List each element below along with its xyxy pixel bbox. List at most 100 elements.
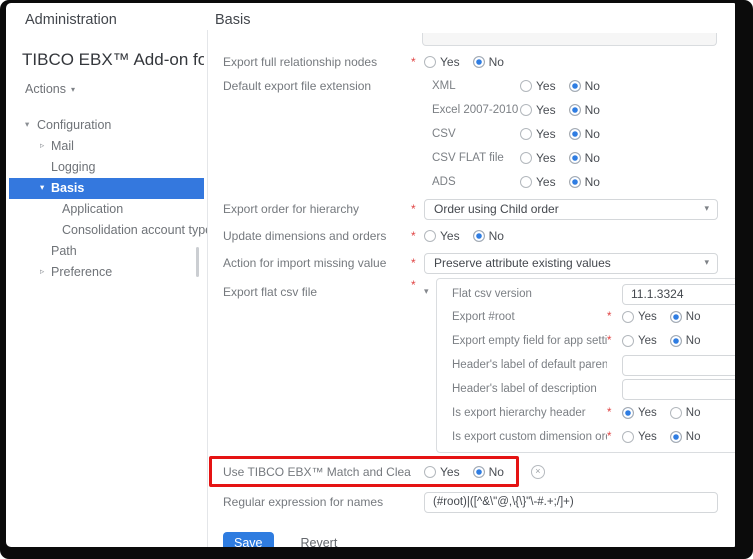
caret-right-icon[interactable]: ▹ (40, 136, 51, 157)
required-asterisk: * (607, 407, 622, 419)
radio-group: Yes No (520, 79, 613, 93)
radio-option-yes[interactable]: Yes (424, 55, 460, 69)
radio-selected-icon (569, 80, 581, 92)
radio-selected-icon (622, 407, 634, 419)
extension-label: Excel 2007-2010 (432, 104, 520, 116)
nested-row-header-s-label-of-default-parent: Header's label of default parent (437, 353, 735, 377)
radio-option-yes[interactable]: Yes (622, 335, 657, 347)
select-dropdown[interactable]: Order using Child order▾ (424, 199, 718, 220)
field-label: Is export hierarchy header (452, 407, 607, 419)
save-button[interactable]: Save (223, 532, 274, 547)
chevron-down-icon: ▾ (704, 204, 709, 214)
radio-group: Yes No (520, 151, 613, 165)
radio-option-yes[interactable]: Yes (520, 79, 556, 93)
field-label: Export order for hierarchy (223, 202, 411, 216)
radio-option-no[interactable]: No (670, 407, 701, 419)
radio-option-no[interactable]: No (670, 431, 701, 443)
sidebar-item-mail[interactable]: ▹Mail (9, 136, 204, 157)
radio-option-yes[interactable]: Yes (424, 229, 460, 243)
breadcrumb-section-title: Administration (25, 12, 117, 28)
collapse-toggle-icon[interactable]: ▾ (424, 280, 436, 304)
sidebar-item-logging[interactable]: Logging (9, 157, 204, 178)
sidebar-item-label: Application (62, 199, 123, 220)
radio-option-yes[interactable]: Yes (520, 151, 556, 165)
sidebar-item-label: Consolidation account type (62, 220, 207, 241)
sidebar-scrollbar-thumb[interactable] (196, 247, 199, 277)
radio-option-no[interactable]: No (473, 465, 504, 479)
radio-option-no[interactable]: No (569, 103, 600, 117)
radio-option-yes[interactable]: Yes (622, 431, 657, 443)
form-row-export-full-relationship-nodes: Export full relationship nodes*Yes No (208, 50, 735, 74)
radio-icon (520, 152, 532, 164)
radio-selected-icon (670, 431, 682, 443)
required-asterisk: * (411, 256, 424, 270)
radio-selected-icon (569, 128, 581, 140)
radio-option-no[interactable]: No (473, 229, 504, 243)
sidebar-item-path[interactable]: Path (9, 241, 204, 262)
extension-label: CSV (432, 128, 520, 140)
extension-row-csv: CSVYes No (424, 122, 613, 146)
required-asterisk: * (411, 55, 424, 69)
reset-value-icon[interactable]: × (531, 465, 545, 479)
text-field[interactable] (622, 284, 735, 305)
radio-icon (670, 407, 682, 419)
screenshot-frame: Administration Basis TIBCO EBX™ Add-on f… (0, 0, 753, 559)
text-field[interactable] (622, 379, 735, 400)
extension-row-csv-flat-file: CSV FLAT fileYesNo (424, 146, 613, 170)
radio-icon (622, 335, 634, 347)
nested-row-is-export-custom-dimension-order: Is export custom dimension order*YesNo (437, 425, 735, 449)
addon-title: TIBCO EBX™ Add-on for (22, 50, 204, 70)
field-label: Action for import missing value (223, 256, 411, 270)
field-label: Flat csv version (452, 288, 607, 300)
radio-option-no[interactable]: No (670, 311, 701, 323)
field-label: Export flat csv file (223, 280, 411, 304)
radio-icon (622, 311, 634, 323)
radio-group: Yes No (520, 175, 613, 189)
radio-option-yes[interactable]: Yes (622, 407, 657, 419)
field-label: Export full relationship nodes (223, 55, 411, 69)
field-label: Header's label of description (452, 383, 607, 395)
sidebar-item-basis[interactable]: ▾Basis (9, 178, 204, 199)
radio-option-yes[interactable]: Yes (622, 311, 657, 323)
radio-group: Yes No (622, 431, 713, 443)
sidebar-item-preference[interactable]: ▹Preference (9, 262, 204, 283)
caret-right-icon[interactable]: ▹ (40, 262, 51, 283)
radio-icon (424, 466, 436, 478)
required-asterisk: * (411, 202, 424, 216)
radio-option-no[interactable]: No (569, 79, 600, 93)
field-label: Use TIBCO EBX™ Match and Cleanse ... (223, 465, 411, 479)
radio-option-no[interactable]: No (569, 151, 600, 165)
radio-option-no[interactable]: No (473, 55, 504, 69)
caret-down-icon[interactable]: ▾ (40, 178, 51, 199)
radio-option-yes[interactable]: Yes (520, 103, 556, 117)
radio-option-yes[interactable]: Yes (424, 465, 460, 479)
radio-icon (520, 176, 532, 188)
radio-icon (622, 431, 634, 443)
text-field[interactable] (424, 492, 718, 513)
radio-option-no[interactable]: No (569, 175, 600, 189)
nested-row-export-empty-field-for-app-setting: Export empty field for app setting*YesNo (437, 329, 735, 353)
actions-menu-button[interactable]: Actions ▾ (25, 82, 95, 96)
radio-option-no[interactable]: No (569, 127, 600, 141)
sidebar-item-label: Mail (51, 136, 74, 157)
sidebar-item-consolidation-account-type[interactable]: Consolidation account type (9, 220, 204, 241)
field-label: Update dimensions and orders (223, 229, 411, 243)
sidebar-item-configuration[interactable]: ▾Configuration (9, 115, 204, 136)
sidebar-item-application[interactable]: Application (9, 199, 204, 220)
required-asterisk: * (607, 335, 622, 347)
radio-option-yes[interactable]: Yes (520, 175, 556, 189)
text-field[interactable] (622, 355, 735, 376)
radio-option-yes[interactable]: Yes (520, 127, 556, 141)
select-dropdown[interactable]: Preserve attribute existing values▾ (424, 253, 718, 274)
extension-label: XML (432, 80, 520, 92)
revert-button[interactable]: Revert (301, 536, 338, 547)
radio-option-no[interactable]: No (670, 335, 701, 347)
form-footer: Save Revert (223, 532, 735, 547)
required-asterisk: * (607, 431, 622, 443)
radio-selected-icon (473, 466, 485, 478)
chevron-down-icon: ▾ (71, 85, 75, 94)
scrolled-cut-input[interactable] (422, 33, 717, 46)
actions-label: Actions (25, 82, 66, 96)
radio-selected-icon (473, 56, 485, 68)
caret-down-icon[interactable]: ▾ (25, 115, 37, 136)
